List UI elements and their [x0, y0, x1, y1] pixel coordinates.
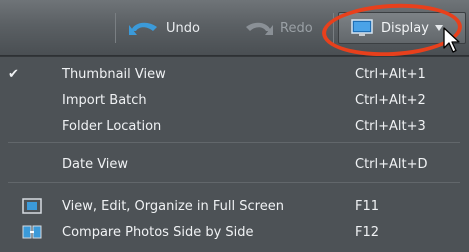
menu-item-compare-side-by-side[interactable]: Compare Photos Side by Side F12 [0, 220, 469, 244]
mouse-cursor-icon [443, 27, 460, 53]
menu-item-label: Folder Location [62, 118, 162, 134]
undo-button[interactable]: Undo [127, 16, 200, 40]
undo-icon [129, 22, 157, 35]
redo-icon [246, 22, 273, 35]
menu-item-shortcut: Ctrl+Alt+1 [355, 66, 426, 82]
full-screen-icon [22, 198, 42, 214]
checkmark-icon: ✔ [8, 66, 19, 82]
menu-item-label: Compare Photos Side by Side [62, 224, 254, 240]
app-window: Undo Redo Display ✔ Thumbnail View Ctrl+… [0, 0, 469, 252]
menu-divider [8, 182, 460, 183]
menu-item-shortcut: Ctrl+Alt+D [355, 156, 428, 172]
compare-side-by-side-icon [22, 225, 42, 239]
undo-label: Undo [166, 20, 200, 36]
menu-item-label: Thumbnail View [62, 66, 166, 82]
menu-item-folder-location[interactable]: Folder Location Ctrl+Alt+3 [0, 114, 469, 138]
menu-item-full-screen[interactable]: View, Edit, Organize in Full Screen F11 [0, 194, 469, 218]
redo-button[interactable]: Redo [243, 16, 313, 40]
toolbar: Undo Redo Display [0, 0, 469, 60]
menu-item-shortcut: F11 [355, 198, 380, 214]
menu-item-label: Date View [62, 156, 129, 172]
redo-label: Redo [280, 20, 313, 36]
menu-item-label: View, Edit, Organize in Full Screen [62, 198, 284, 214]
menu-item-import-batch[interactable]: Import Batch Ctrl+Alt+2 [0, 88, 469, 112]
menu-divider [8, 142, 460, 143]
menu-item-shortcut: Ctrl+Alt+3 [355, 118, 426, 134]
menu-item-date-view[interactable]: Date View Ctrl+Alt+D [0, 152, 469, 176]
menu-item-thumbnail-view[interactable]: ✔ Thumbnail View Ctrl+Alt+1 [0, 62, 469, 86]
toolbar-divider [115, 13, 116, 43]
display-menu: ✔ Thumbnail View Ctrl+Alt+1 Import Batch… [0, 56, 469, 252]
menu-item-shortcut: Ctrl+Alt+2 [355, 92, 426, 108]
menu-item-label: Import Batch [62, 92, 147, 108]
menu-item-shortcut: F12 [355, 224, 380, 240]
